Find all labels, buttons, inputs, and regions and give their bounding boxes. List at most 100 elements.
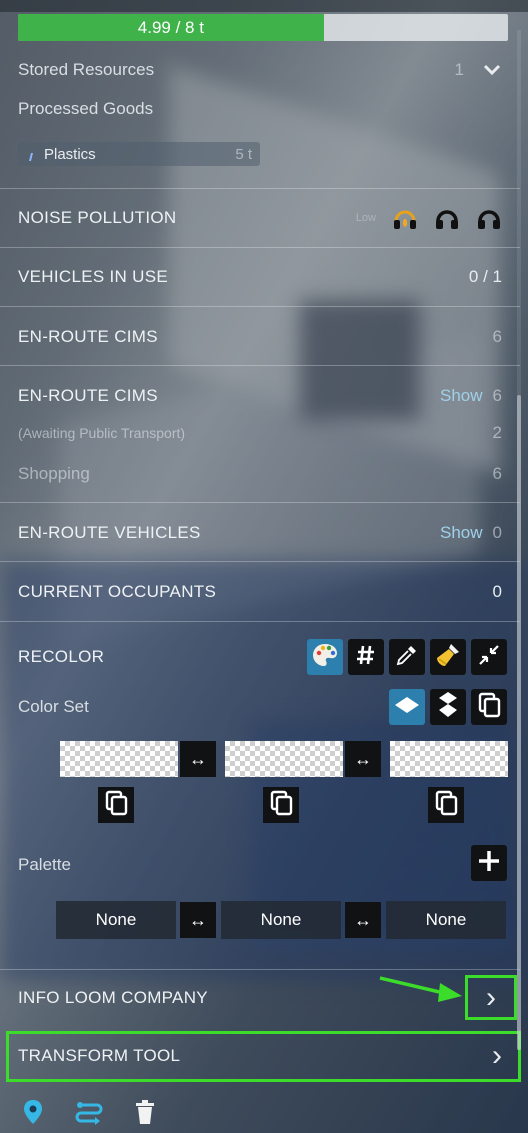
enroute-cims-transport-value: 6 xyxy=(492,386,502,405)
headphones-icon xyxy=(476,205,502,231)
enroute-cims-title: EN-ROUTE CIMS xyxy=(18,327,158,346)
hash-icon xyxy=(356,644,376,671)
eyedropper-icon xyxy=(395,643,419,672)
location-pin-icon[interactable] xyxy=(18,1097,48,1127)
enroute-cims-transport-row: EN-ROUTE CIMS Show 6 xyxy=(0,378,520,414)
current-occupants-value: 0 xyxy=(492,582,502,601)
single-instance-icon xyxy=(393,695,421,720)
shopping-value: 6 xyxy=(492,464,502,483)
headphones-icon xyxy=(434,205,460,231)
enroute-vehicles-row: EN-ROUTE VEHICLES Show 0 xyxy=(0,515,520,551)
copy-color-button[interactable] xyxy=(98,787,134,823)
palette-select-3[interactable]: None xyxy=(386,901,506,939)
bottom-toolbar xyxy=(0,1090,528,1133)
show-link[interactable]: Show xyxy=(440,386,483,406)
awaiting-transport-value: 2 xyxy=(492,423,502,442)
eyedropper-button[interactable] xyxy=(389,639,425,675)
processed-goods-label: Processed Goods xyxy=(18,99,154,118)
palette-row: Palette xyxy=(0,850,520,880)
stored-resources-count: 1 xyxy=(454,60,464,79)
copy-icon xyxy=(269,790,293,821)
transform-tool-chevron[interactable]: › xyxy=(492,1039,502,1073)
divider xyxy=(0,502,520,503)
copy-button[interactable] xyxy=(471,689,507,725)
shopping-label: Shopping xyxy=(18,464,90,483)
divider xyxy=(0,621,520,622)
resource-amount: 5 t xyxy=(235,145,252,163)
noise-pollution-title: NOISE POLLUTION xyxy=(18,208,177,227)
add-palette-button[interactable] xyxy=(471,845,507,881)
transform-tool-title: TRANSFORM TOOL xyxy=(18,1046,181,1065)
awaiting-transport-label: (Awaiting Public Transport) xyxy=(18,425,186,441)
color-set-label: Color Set xyxy=(18,697,89,716)
enroute-vehicles-value: 0 xyxy=(492,523,502,542)
trash-icon[interactable] xyxy=(130,1097,160,1127)
processed-goods-row: Processed Goods xyxy=(0,95,520,123)
divider xyxy=(0,247,520,248)
enroute-vehicles-title: EN-ROUTE VEHICLES xyxy=(18,523,201,542)
vehicles-in-use-row: VEHICLES IN USE 0 / 1 xyxy=(0,259,520,295)
copy-icon xyxy=(104,790,128,821)
headphones-active-icon xyxy=(392,205,418,231)
swap-colors-button[interactable]: ↔ xyxy=(180,741,216,777)
resource-name: Plastics xyxy=(44,145,96,163)
noise-level-label: Low xyxy=(355,212,376,224)
palette-select-2[interactable]: None xyxy=(221,901,341,939)
paint-brush-icon xyxy=(433,640,463,675)
copy-color-button[interactable] xyxy=(263,787,299,823)
palette-select-1[interactable]: None xyxy=(56,901,176,939)
divider xyxy=(0,306,520,307)
enroute-cims-value: 6 xyxy=(492,327,502,346)
stored-resources-label: Stored Resources xyxy=(18,60,155,79)
storage-capacity-bar: 4.99 / 8 t xyxy=(18,14,508,41)
collapse-icon xyxy=(477,643,501,672)
swap-palette-button[interactable]: ↔ xyxy=(345,902,381,938)
stored-resources-row[interactable]: Stored Resources 1 xyxy=(0,56,520,84)
collapse-button[interactable] xyxy=(471,639,507,675)
route-icon[interactable] xyxy=(74,1097,104,1127)
palette-icon xyxy=(311,642,339,673)
color-swatch-2[interactable] xyxy=(225,741,343,777)
hex-code-button[interactable] xyxy=(348,639,384,675)
divider xyxy=(0,969,520,970)
divider xyxy=(0,188,520,189)
transform-tool-row[interactable]: TRANSFORM TOOL › xyxy=(0,1038,520,1074)
single-instance-button[interactable] xyxy=(389,689,425,725)
info-loom-expand-chevron[interactable]: › xyxy=(465,975,517,1020)
show-link[interactable]: Show xyxy=(440,523,483,543)
scrollbar-thumb[interactable] xyxy=(517,395,521,1050)
divider xyxy=(0,365,520,366)
color-swatch-1[interactable] xyxy=(60,741,178,777)
vehicles-in-use-value: 0 / 1 xyxy=(468,267,502,286)
swap-colors-button[interactable]: ↔ xyxy=(345,741,381,777)
highlight-arrow-icon xyxy=(379,976,462,1002)
enroute-cims-row: EN-ROUTE CIMS 6 xyxy=(0,319,520,355)
divider xyxy=(0,561,520,562)
multi-instance-icon xyxy=(435,690,461,725)
plastics-icon xyxy=(26,149,36,161)
palette-button[interactable] xyxy=(307,639,343,675)
multi-instance-button[interactable] xyxy=(430,689,466,725)
current-occupants-title: CURRENT OCCUPANTS xyxy=(18,582,217,601)
copy-color-button[interactable] xyxy=(428,787,464,823)
recolor-title: RECOLOR xyxy=(18,647,105,666)
info-panel xyxy=(0,0,528,1133)
plus-icon xyxy=(477,849,501,878)
current-occupants-row: CURRENT OCCUPANTS 0 xyxy=(0,574,520,610)
enroute-cims-transport-title: EN-ROUTE CIMS xyxy=(18,386,158,405)
copy-icon xyxy=(434,790,458,821)
info-loom-company-title: INFO LOOM COMPANY xyxy=(18,988,208,1007)
panel-top-strip xyxy=(0,0,528,12)
swap-palette-button[interactable]: ↔ xyxy=(180,902,216,938)
color-swatch-3[interactable] xyxy=(390,741,508,777)
chevron-down-icon[interactable] xyxy=(482,60,502,80)
capacity-text: 4.99 / 8 t xyxy=(137,18,204,37)
copy-icon xyxy=(477,692,501,723)
noise-pollution-row: NOISE POLLUTION Low xyxy=(0,200,520,236)
vehicles-in-use-title: VEHICLES IN USE xyxy=(18,267,168,286)
shopping-row: Shopping 6 xyxy=(0,461,520,487)
awaiting-transport-row: (Awaiting Public Transport) 2 xyxy=(0,422,520,444)
palette-label: Palette xyxy=(18,855,71,874)
resource-chip: Plastics 5 t xyxy=(18,142,260,166)
paint-brush-button[interactable] xyxy=(430,639,466,675)
